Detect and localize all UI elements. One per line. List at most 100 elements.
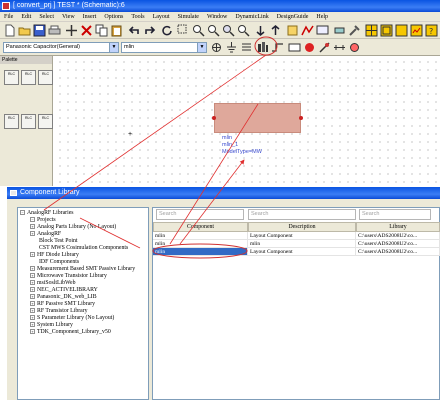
datadisplay-icon[interactable] [410,24,423,37]
mlin-component[interactable] [214,103,301,133]
optimize-icon[interactable] [348,41,361,54]
insert-icon[interactable] [210,41,223,54]
undo-icon[interactable] [128,24,141,37]
zoom-out-icon[interactable] [207,24,220,37]
palette-item-rlc[interactable]: RLC [38,70,53,85]
pop-icon[interactable] [269,24,282,37]
tree-node[interactable]: IDF Components [39,259,79,266]
cell-description[interactable]: Layout Component [248,232,356,240]
delete-icon[interactable] [80,24,93,37]
tree-node[interactable]: + RF Passive SMT Library [30,301,95,308]
chevron-down-icon[interactable]: ▼ [109,43,118,52]
palette-item-rlc[interactable]: RLC [4,70,19,85]
move-icon[interactable] [65,24,78,37]
expand-icon[interactable]: + [30,280,35,285]
stop-simulation-icon[interactable] [303,41,316,54]
column-header-component[interactable]: Component [153,222,248,232]
tree-node[interactable]: + Analog Parts Library (No Layout) [30,224,116,231]
open-icon[interactable] [18,24,31,37]
expand-icon[interactable]: + [30,266,35,271]
expand-icon[interactable]: + [30,322,35,327]
tree-node[interactable]: − AnalogRF Libraries [20,210,74,217]
tree-node[interactable]: + HF Diode Library [30,252,79,259]
print-icon[interactable] [48,24,61,37]
expand-icon[interactable]: + [30,329,35,334]
cell-component[interactable]: mlin [153,240,248,248]
chevron-down-icon[interactable]: ▼ [197,43,206,52]
component-icon[interactable] [333,24,346,37]
wire-icon[interactable] [271,41,284,54]
push-icon[interactable] [254,24,267,37]
collapse-icon[interactable]: − [20,210,25,215]
expand-icon[interactable]: + [30,273,35,278]
measure-icon[interactable] [333,41,346,54]
tree-node[interactable]: + RF Transistor Library [30,308,88,315]
tree-node[interactable]: Block Test Point [39,238,77,245]
zoom-in-icon[interactable] [192,24,205,37]
search-description-input[interactable]: Search [248,209,356,220]
expand-icon[interactable]: + [30,287,35,292]
port-icon[interactable] [240,41,253,54]
display-icon[interactable] [316,24,329,37]
menu-dynamiclink[interactable]: DynamicLink [231,12,272,22]
pin-icon[interactable] [212,116,216,120]
tree-node[interactable]: + NEC_ACTIVELIBRARY [30,287,98,294]
tree-node[interactable]: + Microwave Transistor Library [30,273,107,280]
rotate-icon[interactable] [160,24,173,37]
copy-icon[interactable] [95,24,108,37]
menu-options[interactable]: Options [100,12,127,22]
redo-icon[interactable] [143,24,156,37]
tree-node[interactable]: + S Parameter Library (No Layout) [30,315,114,322]
tuning-icon[interactable] [286,24,299,37]
cell-description[interactable]: mlin [248,240,356,248]
tree-node[interactable]: CST MWS Cosimulation Components [39,245,128,252]
cell-description[interactable]: Layout Component [248,248,356,256]
simulate-icon[interactable] [301,24,314,37]
tree-node[interactable]: + msiSosltLibWeb [30,280,76,287]
menu-view[interactable]: View [58,12,79,22]
tree-node[interactable]: + Panasonic_DK_web_LIB [30,294,97,301]
var-eqn-icon[interactable] [288,41,301,54]
expand-icon[interactable]: + [30,231,35,236]
paste-icon[interactable] [110,24,123,37]
layout-icon[interactable] [380,24,393,37]
cell-library[interactable]: C:\users\ADS2008U2\co... [356,248,440,256]
new-icon[interactable] [3,24,16,37]
collapse-icon[interactable]: − [30,217,35,222]
zoom-full-icon[interactable] [222,24,235,37]
expand-icon[interactable]: + [30,224,35,229]
palette-item-rlc[interactable]: RLC [4,114,19,129]
palette-item-rlc[interactable]: RLC [21,114,36,129]
menu-window[interactable]: Window [203,12,231,22]
expand-icon[interactable]: + [30,308,35,313]
menu-tools[interactable]: Tools [127,12,148,22]
tree-node[interactable]: + TDK_Component_Library_v50 [30,329,111,336]
palette-item-rlc[interactable]: RLC [38,114,53,129]
palette-item-rlc[interactable]: RLC [21,70,36,85]
window-icon[interactable] [395,24,408,37]
zoom-area-icon[interactable] [177,24,190,37]
help-icon[interactable]: ? [425,24,438,37]
tune-icon[interactable] [318,41,331,54]
cell-library[interactable]: C:\users\ADS2008U2\co... [356,240,440,248]
tree-node[interactable]: + AnalogRF [30,231,61,238]
grid-icon[interactable] [365,24,378,37]
expand-icon[interactable]: + [30,315,35,320]
pin-icon[interactable] [299,116,303,120]
expand-icon[interactable]: + [30,294,35,299]
search-library-input[interactable]: Search [359,209,431,220]
cell-component-selected[interactable]: mlin [153,248,248,256]
menu-edit[interactable]: Edit [17,12,35,22]
column-header-library[interactable]: Library [356,222,440,232]
expand-icon[interactable]: + [30,252,35,257]
menu-select[interactable]: Select [35,12,58,22]
expand-icon[interactable]: + [30,301,35,306]
tree-node[interactable]: + Measurement Based SMT Passive Library [30,266,135,273]
cell-library[interactable]: C:\users\ADS2008U2\co... [356,232,440,240]
tools-icon[interactable] [348,24,361,37]
tree-node[interactable]: + System Library [30,322,73,329]
ground-icon[interactable] [225,41,238,54]
search-component-input[interactable]: Search [156,209,244,220]
library-tree[interactable]: − AnalogRF Libraries − Projects + Analog Pa… [17,207,149,400]
column-header-description[interactable]: Description [248,222,356,232]
